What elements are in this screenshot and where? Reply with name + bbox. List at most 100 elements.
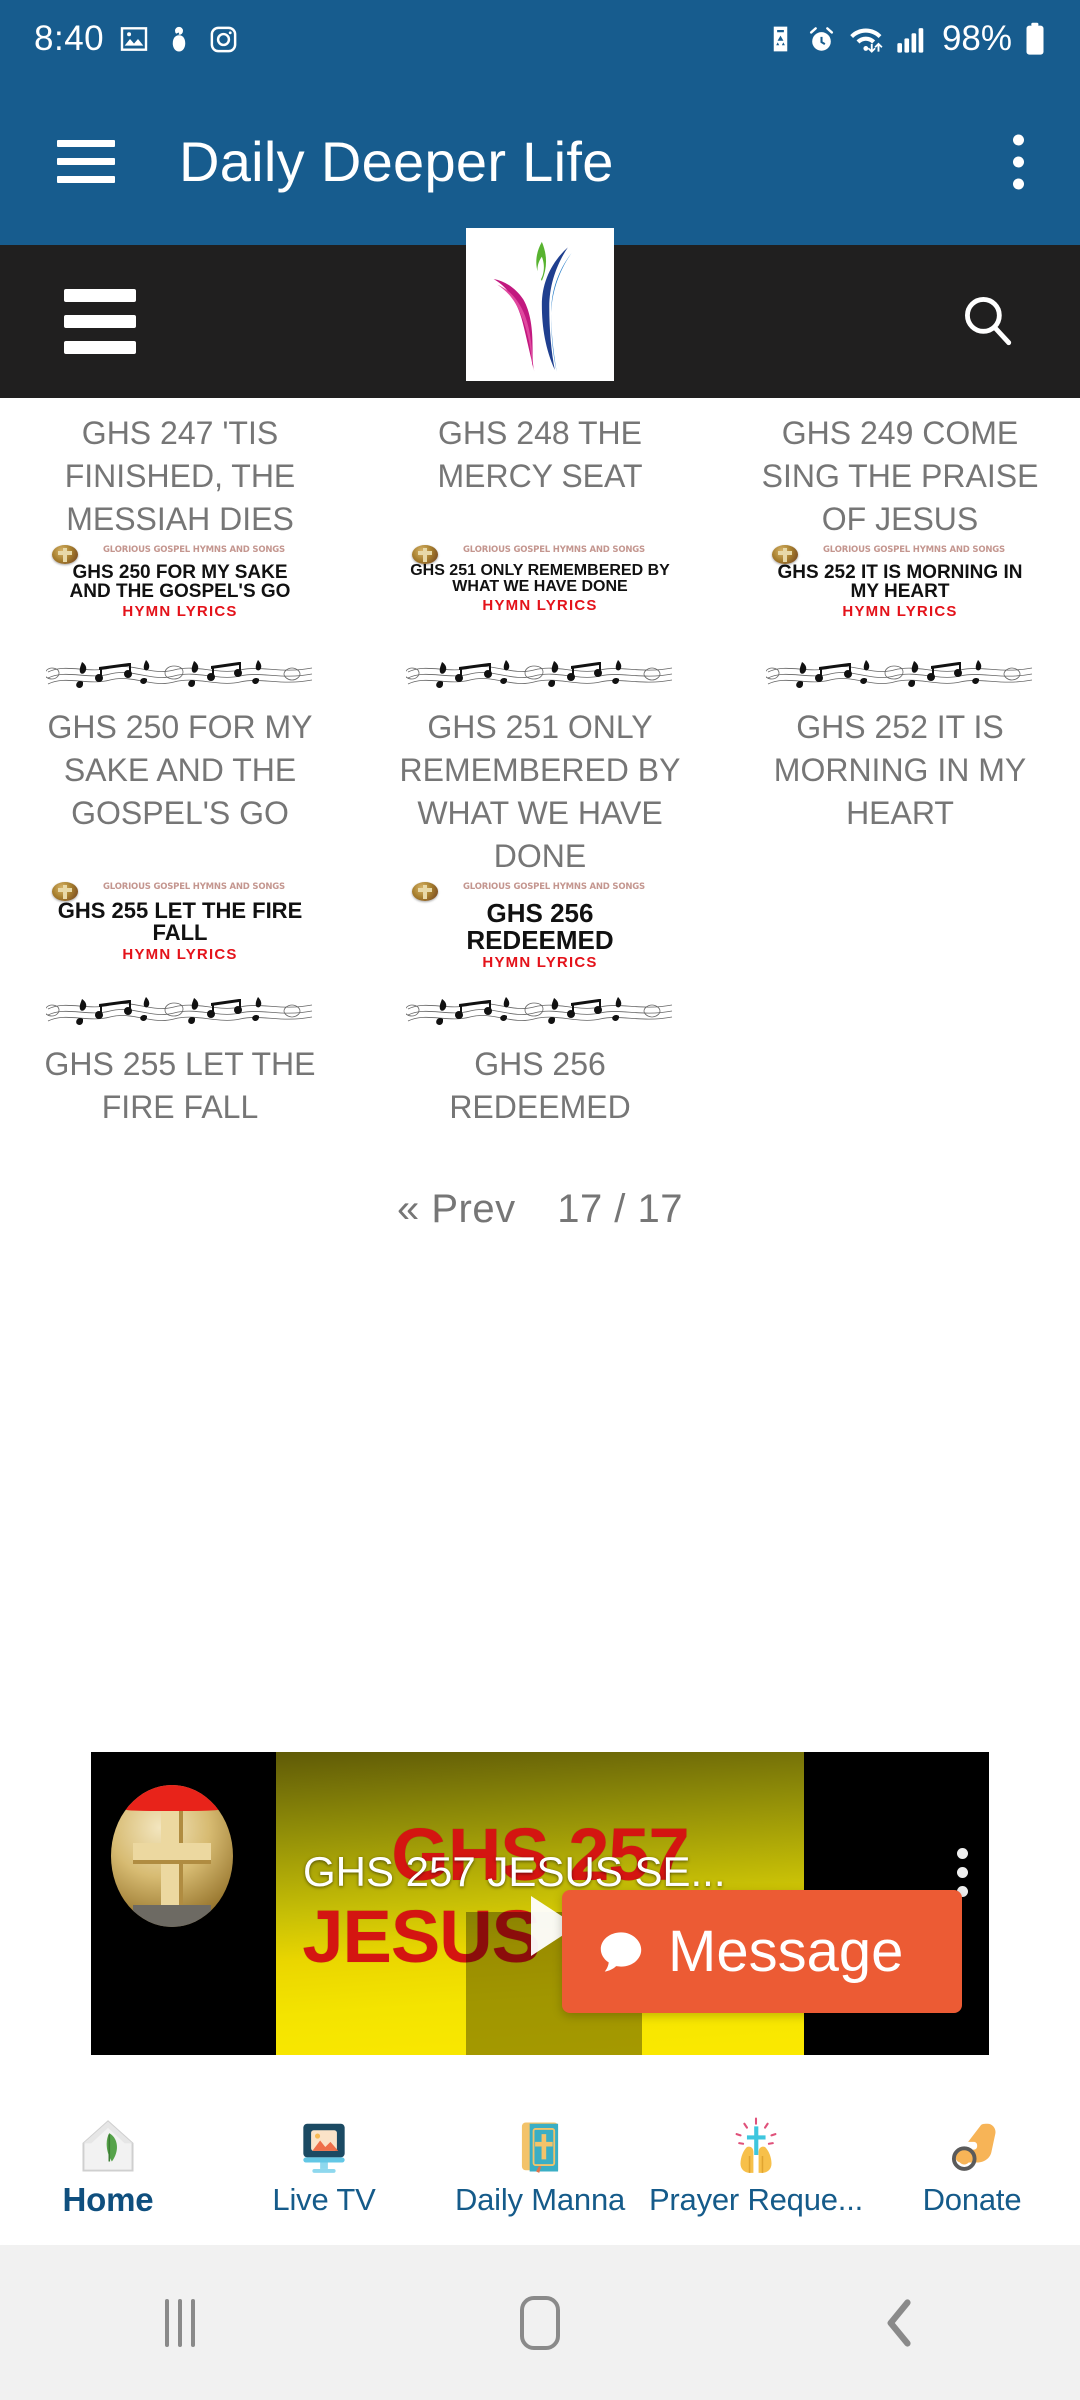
- music-notes-graphic: [406, 997, 673, 1025]
- status-bar: 8:40 98%: [0, 0, 1080, 78]
- chat-bubble-icon: [600, 1931, 642, 1972]
- message-button[interactable]: Message: [562, 1890, 962, 2013]
- thumbnail-lyrics-tag: HYMN LYRICS: [482, 596, 598, 614]
- battery-percent: 98%: [941, 19, 1012, 58]
- pagination: « Prev 17 / 17: [0, 1187, 1080, 1232]
- avatar-cap: [111, 1785, 233, 1811]
- thumbnail-lyrics-tag: HYMN LYRICS: [122, 602, 238, 620]
- video-kebab-menu-icon[interactable]: [957, 1848, 968, 1897]
- hymn-cell[interactable]: GLORIOUS GOSPEL HYMNS AND SONGS GHS 251 O…: [360, 541, 720, 878]
- hymn-thumbnail[interactable]: GLORIOUS GOSPEL HYMNS AND SONGS GHS 256 R…: [406, 878, 674, 1029]
- music-notes-graphic: [766, 660, 1033, 688]
- hymn-cell[interactable]: GLORIOUS GOSPEL HYMNS AND SONGS GHS 252 I…: [720, 541, 1080, 878]
- thumbnail-header: GLORIOUS GOSPEL HYMNS AND SONGS: [406, 541, 674, 564]
- avatar-cross-horizontal: [133, 1843, 211, 1864]
- thumbnail-lyrics-tag: HYMN LYRICS: [122, 945, 238, 963]
- thumbnail-header: GLORIOUS GOSPEL HYMNS AND SONGS: [46, 878, 314, 901]
- signal-icon: [897, 28, 924, 53]
- hymn-caption[interactable]: GHS 256 REDEEMED: [366, 1043, 714, 1129]
- search-icon[interactable]: [958, 290, 1016, 353]
- cross-badge-icon: [772, 545, 798, 564]
- cross-badge-icon: [52, 882, 78, 901]
- android-navigation-bar: [0, 2245, 1080, 2400]
- cross-badge-icon: [412, 882, 438, 901]
- hymn-thumbnail[interactable]: GLORIOUS GOSPEL HYMNS AND SONGS GHS 251 O…: [406, 541, 674, 692]
- hymn-grid-container: GHS 247 'TIS FINISHED, THE MESSIAH DIES G…: [0, 398, 1080, 1232]
- nav-item-prayer-reque[interactable]: Prayer Reque...: [648, 2116, 864, 2218]
- hymn-thumbnail[interactable]: GLORIOUS GOSPEL HYMNS AND SONGS GHS 250 F…: [46, 541, 314, 692]
- hymn-caption[interactable]: GHS 247 'TIS FINISHED, THE MESSIAH DIES: [6, 412, 354, 541]
- nav-item-label: Home: [62, 2180, 154, 2218]
- thumbnail-lyrics-tag: HYMN LYRICS: [482, 954, 598, 972]
- hymn-caption[interactable]: GHS 248 THE MERCY SEAT: [366, 412, 714, 498]
- nav-item-label: Donate: [922, 2181, 1022, 2217]
- cross-channel-avatar[interactable]: [111, 1785, 233, 1927]
- thumbnail-header: GLORIOUS GOSPEL HYMNS AND SONGS: [766, 541, 1034, 564]
- avatar-base: [133, 1905, 211, 1927]
- status-bar-left: 8:40: [34, 19, 239, 59]
- page-indicator: 17 / 17: [557, 1187, 684, 1231]
- nav-item-donate[interactable]: Donate: [864, 2116, 1080, 2218]
- nav-item-home[interactable]: Home: [0, 2115, 216, 2219]
- music-notes-graphic: [46, 660, 313, 688]
- hymn-cell[interactable]: GHS 248 THE MERCY SEAT: [360, 398, 720, 541]
- phone-screen: 8:40 98% Daily Deeper Life GHS 247 'TIS …: [0, 0, 1080, 2400]
- hymn-grid: GHS 247 'TIS FINISHED, THE MESSIAH DIES G…: [0, 398, 1080, 1129]
- cross-badge-icon: [52, 545, 78, 564]
- back-chevron-icon[interactable]: [720, 2297, 1080, 2349]
- thumbnail-brand: GLORIOUS GOSPEL HYMNS AND SONGS: [463, 881, 645, 893]
- thumbnail-header: GLORIOUS GOSPEL HYMNS AND SONGS: [406, 878, 674, 901]
- home-leaf-icon: [82, 2119, 134, 2172]
- nav-item-live-tv[interactable]: Live TV: [216, 2116, 432, 2218]
- hand-coin-icon: [951, 2123, 996, 2171]
- thumbnail-title: GHS 255 LET THE FIRE FALL: [57, 898, 303, 946]
- deeper-life-logo[interactable]: [466, 228, 614, 381]
- thumbnail-title: GHS 256 REDEEMED: [466, 898, 614, 955]
- kebab-menu-icon[interactable]: [1013, 134, 1024, 189]
- praying-hands-icon: [735, 2117, 777, 2173]
- thumbnail-title: GHS 250 FOR MY SAKE AND THE GOSPEL'S GO: [69, 562, 291, 603]
- video-overlay-title[interactable]: GHS 257 JESUS SE...: [303, 1848, 726, 1896]
- thumbnail-brand: GLORIOUS GOSPEL HYMNS AND SONGS: [823, 544, 1005, 556]
- logo-mark: [493, 241, 572, 372]
- nav-item-daily-manna[interactable]: Daily Manna: [432, 2116, 648, 2218]
- thumbnail-brand: GLORIOUS GOSPEL HYMNS AND SONGS: [103, 881, 285, 893]
- prev-page-button[interactable]: « Prev: [397, 1187, 516, 1231]
- thumbnail-brand: GLORIOUS GOSPEL HYMNS AND SONGS: [103, 544, 285, 556]
- instagram-icon: [210, 26, 237, 52]
- thumbnail-title: GHS 252 IT IS MORNING IN MY HEART: [777, 562, 1023, 603]
- gallery-icon: [120, 27, 148, 51]
- thumbnail-lyrics-tag: HYMN LYRICS: [842, 602, 958, 620]
- page-title: Daily Deeper Life: [179, 130, 614, 193]
- home-pill-icon[interactable]: [360, 2295, 720, 2350]
- hymn-cell[interactable]: GLORIOUS GOSPEL HYMNS AND SONGS GHS 256 R…: [360, 878, 720, 1129]
- site-header-bar: [0, 228, 1080, 398]
- message-button-label: Message: [668, 1919, 904, 1984]
- hymn-caption[interactable]: GHS 255 LET THE FIRE FALL: [6, 1043, 354, 1129]
- thumbnail-brand: GLORIOUS GOSPEL HYMNS AND SONGS: [463, 544, 645, 556]
- data-saver-icon: [773, 26, 788, 52]
- hymn-cell[interactable]: GLORIOUS GOSPEL HYMNS AND SONGS GHS 255 L…: [0, 878, 360, 1129]
- hymn-caption[interactable]: GHS 250 FOR MY SAKE AND THE GOSPEL'S GO: [6, 706, 354, 835]
- site-hamburger-icon[interactable]: [64, 289, 136, 354]
- hymn-thumbnail[interactable]: GLORIOUS GOSPEL HYMNS AND SONGS GHS 255 L…: [46, 878, 314, 1029]
- hymn-thumbnail[interactable]: GLORIOUS GOSPEL HYMNS AND SONGS GHS 252 I…: [766, 541, 1034, 692]
- hamburger-icon[interactable]: [57, 140, 115, 183]
- hymn-cell[interactable]: GLORIOUS GOSPEL HYMNS AND SONGS GHS 250 F…: [0, 541, 360, 878]
- hymn-cell[interactable]: GHS 247 'TIS FINISHED, THE MESSIAH DIES: [0, 398, 360, 541]
- hymn-caption[interactable]: GHS 252 IT IS MORNING IN MY HEART: [726, 706, 1074, 835]
- thumbnail-header: GLORIOUS GOSPEL HYMNS AND SONGS: [46, 541, 314, 564]
- recents-icon[interactable]: [0, 2298, 360, 2347]
- hymn-caption[interactable]: GHS 249 COME SING THE PRAISE OF JESUS: [726, 412, 1074, 541]
- bottom-navigation: Home Live TV Daily Manna Prayer Reque... Don…: [0, 2087, 1080, 2245]
- nav-item-label: Live TV: [272, 2181, 376, 2217]
- monitor-icon: [303, 2123, 345, 2173]
- nav-item-label: Prayer Reque...: [648, 2181, 864, 2217]
- wifi-icon: [850, 28, 883, 53]
- cross-badge-icon: [412, 545, 438, 564]
- hymn-caption[interactable]: GHS 251 ONLY REMEMBERED BY WHAT WE HAVE …: [366, 706, 714, 878]
- hymn-cell[interactable]: GHS 249 COME SING THE PRAISE OF JESUS: [720, 398, 1080, 541]
- thumbnail-title: GHS 251 ONLY REMEMBERED BY WHAT WE HAVE …: [410, 562, 670, 596]
- snowman-icon: [171, 26, 186, 52]
- music-notes-graphic: [406, 660, 673, 688]
